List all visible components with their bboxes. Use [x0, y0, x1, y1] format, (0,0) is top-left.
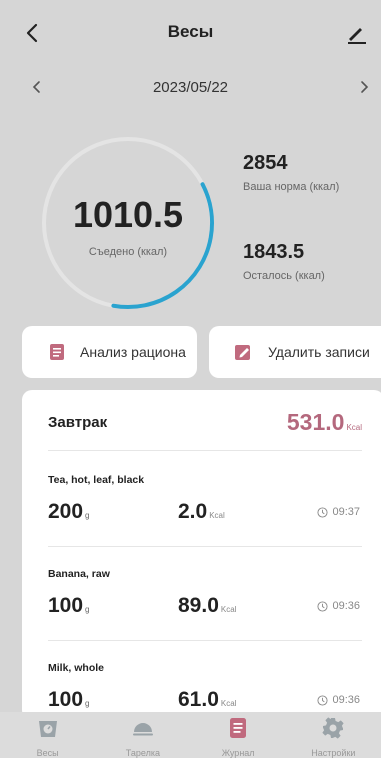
meal-total: 531.0 Kcal: [287, 409, 362, 436]
tab-label: Настройки: [311, 748, 356, 758]
clock-icon: [317, 694, 329, 706]
tab-plate[interactable]: Тарелка: [95, 712, 190, 758]
meal-header[interactable]: Завтрак 531.0 Kcal: [48, 406, 362, 438]
document-icon: [50, 344, 64, 360]
eaten-summary: 1010.5 Съедено (ккал): [40, 135, 216, 311]
meal-card: Завтрак 531.0 Kcal Tea, hot, leaf, black …: [22, 390, 381, 720]
meal-total-value: 531.0: [286, 408, 345, 435]
tab-journal[interactable]: Журнал: [191, 712, 286, 758]
norm-stat: 2854 Ваша норма (ккал): [243, 152, 339, 193]
food-time: 09:36: [317, 694, 360, 706]
clock-icon: [317, 506, 329, 518]
divider: [48, 546, 362, 547]
food-entry[interactable]: Banana, raw 100 g 89.0 Kcal 09:36: [48, 568, 362, 638]
gear-icon: [322, 717, 344, 739]
meal-total-unit: Kcal: [346, 422, 362, 432]
remaining-label: Осталось (ккал): [243, 270, 325, 282]
food-kcal: 89.0 Kcal: [178, 594, 237, 617]
remaining-stat: 1843.5 Осталось (ккал): [243, 241, 325, 282]
diet-analysis-button[interactable]: Анализ рациона: [22, 326, 197, 378]
food-time: 09:36: [317, 600, 360, 612]
clock-icon: [317, 600, 329, 612]
header-bar: Весы: [0, 0, 381, 64]
next-day-icon[interactable]: [355, 78, 373, 96]
food-time: 09:37: [317, 506, 360, 518]
divider: [48, 450, 362, 451]
meal-name: Завтрак: [48, 413, 108, 431]
delete-records-button[interactable]: Удалить записи: [209, 326, 381, 378]
food-grams: 100 g: [48, 594, 90, 617]
divider: [48, 640, 362, 641]
tab-settings[interactable]: Настройки: [286, 712, 381, 758]
tab-label: Журнал: [221, 748, 255, 758]
food-name: Tea, hot, leaf, black: [48, 474, 145, 486]
plate-icon: [132, 723, 153, 736]
food-entry[interactable]: Tea, hot, leaf, black 200 g 2.0 Kcal 09:37: [48, 474, 362, 544]
remaining-value: 1843.5: [243, 241, 305, 263]
previous-day-icon[interactable]: [28, 78, 46, 96]
food-kcal: 61.0 Kcal: [178, 688, 237, 711]
food-name: Milk, whole: [48, 662, 105, 674]
journal-icon: [230, 718, 247, 738]
date-selector: 2023/05/22: [0, 72, 381, 102]
norm-label: Ваша норма (ккал): [243, 181, 340, 193]
scale-icon: [38, 721, 57, 737]
eaten-value: 1010.5: [72, 194, 184, 235]
page-title: Весы: [167, 22, 214, 41]
edit-pencil-icon[interactable]: [345, 22, 367, 44]
food-grams: 100 g: [48, 688, 90, 711]
back-arrow-icon[interactable]: [22, 22, 44, 44]
eaten-label: Съедено (ккал): [88, 246, 168, 258]
diet-analysis-label: Анализ рациона: [80, 344, 186, 360]
food-name: Banana, raw: [48, 568, 110, 580]
edit-document-icon: [235, 345, 250, 360]
food-grams: 200 g: [48, 500, 90, 523]
bottom-navigation: Весы Тарелка Журнал Настройки: [0, 712, 381, 758]
current-date: 2023/05/22: [152, 78, 229, 96]
delete-records-label: Удалить записи: [268, 344, 370, 360]
tab-label: Тарелка: [125, 748, 160, 758]
norm-value: 2854: [243, 152, 288, 174]
tab-scales[interactable]: Весы: [0, 712, 95, 758]
tab-label: Весы: [36, 748, 59, 758]
food-kcal: 2.0 Kcal: [178, 500, 225, 523]
